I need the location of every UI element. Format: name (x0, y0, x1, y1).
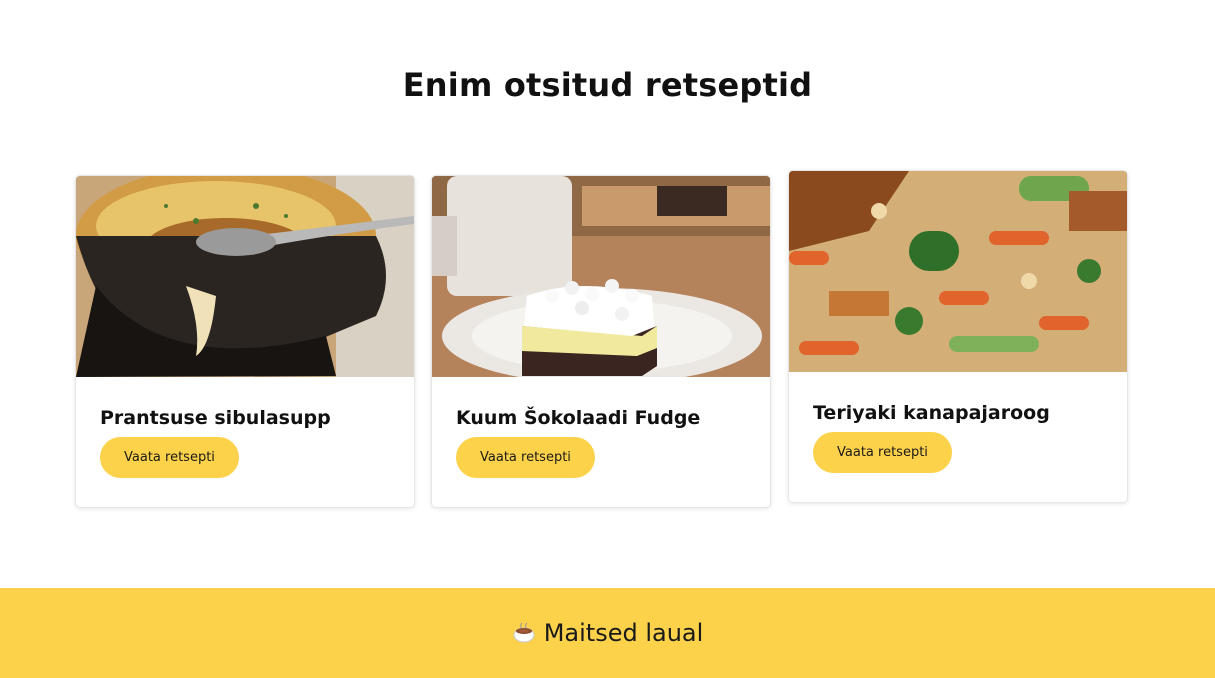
recipe-card[interactable]: Prantsuse sibulasupp Vaata retsepti (75, 175, 415, 508)
recipe-image-onion-soup[interactable] (76, 176, 414, 377)
recipe-card[interactable]: Teriyaki kanapajaroog Vaata retsepti (788, 170, 1128, 503)
view-recipe-button[interactable]: Vaata retsepti (100, 437, 239, 478)
recipe-title: Teriyaki kanapajaroog (813, 402, 1050, 424)
hot-beverage-icon (512, 621, 536, 645)
view-recipe-button[interactable]: Vaata retsepti (813, 432, 952, 473)
recipe-title: Kuum Šokolaadi Fudge (456, 407, 701, 429)
recipe-image-teriyaki[interactable] (789, 171, 1127, 372)
footer: Maitsed laual (0, 588, 1215, 678)
view-recipe-button[interactable]: Vaata retsepti (456, 437, 595, 478)
recipe-card[interactable]: Kuum Šokolaadi Fudge Vaata retsepti (431, 175, 771, 508)
recipe-title: Prantsuse sibulasupp (100, 407, 331, 429)
footer-text: Maitsed laual (543, 619, 704, 647)
recipe-cards: Prantsuse sibulasupp Vaata retsepti Kuum… (0, 0, 1215, 560)
recipe-image-fudge[interactable] (432, 176, 770, 377)
